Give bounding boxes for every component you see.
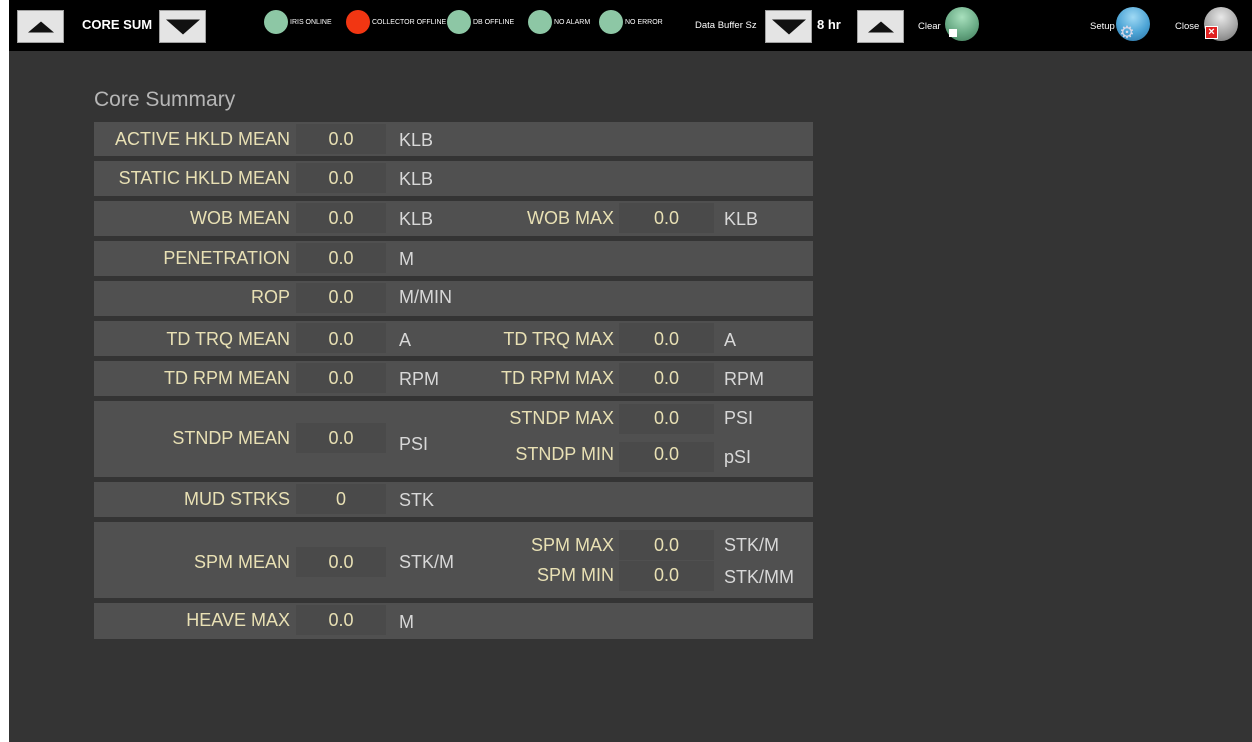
metric-label: ROP bbox=[250, 287, 290, 307]
gear-icon: ⚙ bbox=[1119, 23, 1135, 42]
summary-row: TD RPM MEAN 0.0 RPM TD RPM MAX 0.0 RPM bbox=[94, 361, 813, 396]
metric-unit: STK bbox=[399, 490, 435, 510]
metric-label: PENETRATION bbox=[163, 248, 290, 268]
metric-unit: A bbox=[399, 330, 412, 350]
metric-unit-min: pSI bbox=[724, 447, 752, 467]
metric-value: 0 bbox=[335, 489, 346, 509]
collector-status-indicator bbox=[346, 10, 370, 34]
view-next-button[interactable] bbox=[159, 10, 206, 43]
db-status-label: DB OFFLINE bbox=[473, 19, 515, 26]
clear-button[interactable] bbox=[945, 7, 979, 41]
metric-value: 0.0 bbox=[328, 248, 354, 268]
metric-value-max: 0.0 bbox=[653, 208, 680, 228]
data-buffer-label: Data Buffer Sz bbox=[695, 20, 757, 31]
close-button[interactable]: × bbox=[1204, 7, 1238, 41]
metric-unit-max: KLB bbox=[724, 209, 759, 229]
iris-status-indicator bbox=[264, 10, 288, 34]
app-window: CORE SUM IRIS ONLINE COLLECTOR OFFLINE D… bbox=[9, 0, 1252, 742]
metric-label: MUD STRKS bbox=[183, 489, 290, 509]
metric-value-max: 0.0 bbox=[653, 535, 680, 555]
metric-label: TD RPM MEAN bbox=[164, 368, 290, 388]
view-name: CORE SUM bbox=[82, 17, 153, 32]
metric-label-max: SPM MAX bbox=[530, 535, 614, 555]
buffer-increase-button[interactable] bbox=[857, 10, 904, 43]
close-label: Close bbox=[1175, 21, 1200, 32]
metric-value-max: 0.0 bbox=[653, 408, 680, 428]
triangle-down-icon bbox=[165, 19, 200, 34]
metric-unit: KLB bbox=[399, 209, 434, 229]
metric-label: STATIC HKLD MEAN bbox=[118, 168, 290, 188]
error-status-label: NO ERROR bbox=[625, 19, 663, 26]
metric-unit: M bbox=[399, 249, 414, 269]
summary-row: STATIC HKLD MEAN 0.0 KLB bbox=[94, 161, 813, 196]
clear-label: Clear bbox=[918, 21, 941, 32]
triangle-down-icon bbox=[771, 19, 806, 34]
metric-unit: M bbox=[399, 612, 414, 632]
metric-unit-max: RPM bbox=[724, 369, 764, 389]
red-x-icon: × bbox=[1205, 26, 1218, 39]
metric-label: SPM MEAN bbox=[193, 552, 290, 572]
metric-unit: KLB bbox=[399, 169, 434, 189]
summary-row: SPM MEAN 0.0 STK/M SPM MAX 0.0 STK/M SPM… bbox=[94, 522, 813, 598]
summary-row: HEAVE MAX 0.0 M bbox=[94, 603, 813, 639]
top-toolbar: CORE SUM IRIS ONLINE COLLECTOR OFFLINE D… bbox=[9, 0, 1252, 51]
metric-value: 0.0 bbox=[328, 610, 354, 630]
metric-label-max: STNDP MAX bbox=[509, 408, 614, 428]
metric-value-max: 0.0 bbox=[653, 368, 680, 388]
summary-row: TD TRQ MEAN 0.0 A TD TRQ MAX 0.0 A bbox=[94, 321, 813, 356]
metric-value: 0.0 bbox=[328, 552, 354, 572]
metric-label-min: STNDP MIN bbox=[515, 444, 614, 464]
db-status-indicator bbox=[447, 10, 471, 34]
summary-row: ROP 0.0 M/MIN bbox=[94, 281, 813, 316]
metric-label: HEAVE MAX bbox=[186, 610, 290, 630]
metric-unit: KLB bbox=[399, 130, 434, 150]
panel-title: Core Summary bbox=[94, 88, 236, 111]
metric-label-max: WOB MAX bbox=[526, 208, 614, 228]
buffer-decrease-button[interactable] bbox=[765, 10, 812, 43]
metric-label: STNDP MEAN bbox=[172, 428, 290, 448]
metric-value: 0.0 bbox=[328, 428, 354, 448]
setup-button[interactable]: ⚙ bbox=[1116, 7, 1150, 42]
metric-value: 0.0 bbox=[328, 329, 354, 349]
metric-label: TD TRQ MEAN bbox=[166, 329, 290, 349]
alarm-status-indicator bbox=[528, 10, 552, 34]
metric-unit: STK/M bbox=[399, 552, 455, 572]
metric-unit-max: STK/M bbox=[724, 535, 780, 555]
data-buffer-value: 8 hr bbox=[817, 17, 841, 32]
metric-label-max: TD RPM MAX bbox=[500, 368, 614, 388]
metric-value: 0.0 bbox=[328, 287, 354, 307]
metric-label-max: TD TRQ MAX bbox=[503, 329, 614, 349]
triangle-up-icon bbox=[27, 21, 54, 32]
summary-row: MUD STRKS 0 STK bbox=[94, 482, 813, 517]
summary-row: ACTIVE HKLD MEAN 0.0 KLB bbox=[94, 122, 813, 156]
metric-label: WOB MEAN bbox=[189, 208, 290, 228]
metric-unit-min: STK/MM bbox=[724, 567, 794, 587]
metric-value: 0.0 bbox=[328, 368, 354, 388]
iris-status-label: IRIS ONLINE bbox=[290, 19, 332, 26]
metric-value: 0.0 bbox=[328, 168, 354, 188]
collector-status-label: COLLECTOR OFFLINE bbox=[372, 19, 447, 26]
summary-row: STNDP MEAN 0.0 PSI STNDP MAX 0.0 PSI STN… bbox=[94, 401, 813, 477]
error-status-indicator bbox=[599, 10, 623, 34]
summary-row: PENETRATION 0.0 M bbox=[94, 241, 813, 276]
white-square-icon bbox=[949, 29, 957, 37]
metric-unit-max: A bbox=[724, 330, 737, 350]
setup-label: Setup bbox=[1090, 21, 1115, 32]
metric-value-min: 0.0 bbox=[653, 444, 680, 464]
metric-label-min: SPM MIN bbox=[536, 565, 614, 585]
metric-unit: M/MIN bbox=[399, 287, 452, 307]
metric-unit: RPM bbox=[399, 369, 439, 389]
alarm-status-label: NO ALARM bbox=[554, 19, 591, 26]
summary-row: WOB MEAN 0.0 KLB WOB MAX 0.0 KLB bbox=[94, 201, 813, 236]
metric-value: 0.0 bbox=[328, 208, 354, 228]
metric-unit-max: PSI bbox=[724, 408, 754, 428]
metric-value: 0.0 bbox=[328, 129, 354, 149]
metric-value-min: 0.0 bbox=[653, 565, 680, 585]
triangle-up-icon bbox=[867, 21, 894, 32]
view-prev-button[interactable] bbox=[17, 10, 64, 43]
metric-unit: PSI bbox=[399, 434, 429, 454]
metric-value-max: 0.0 bbox=[653, 329, 680, 349]
metric-label: ACTIVE HKLD MEAN bbox=[114, 129, 290, 149]
